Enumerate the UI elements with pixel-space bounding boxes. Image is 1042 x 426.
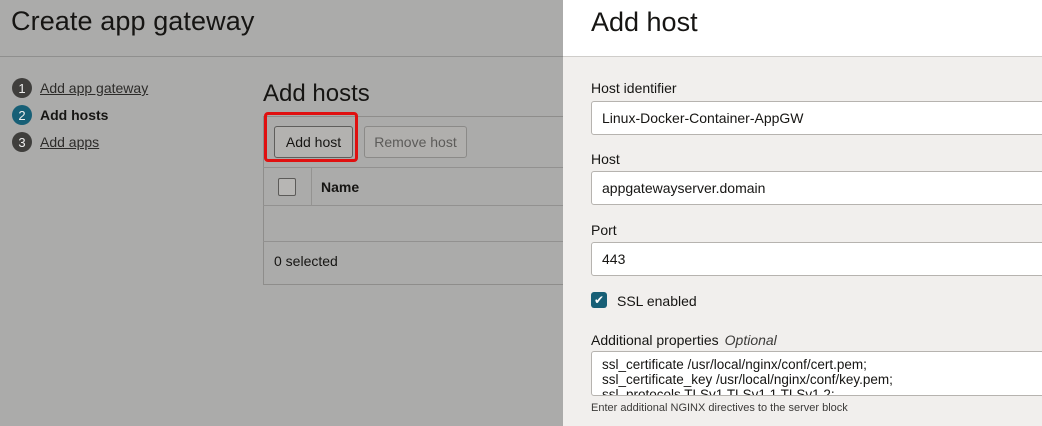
step-add-app-gateway[interactable]: 1 Add app gateway	[12, 78, 148, 98]
port-label: Port	[591, 222, 617, 238]
column-header-name[interactable]: Name	[321, 179, 359, 195]
column-divider	[311, 168, 312, 206]
step-label[interactable]: Add app gateway	[40, 80, 148, 96]
help-text: Enter additional NGINX directives to the…	[591, 402, 848, 414]
textarea-line: ssl_protocols TLSv1 TLSv1.1 TLSv1.2;	[602, 387, 835, 396]
step-number: 3	[12, 132, 32, 152]
panel-header: Add host	[563, 0, 1042, 57]
step-add-apps[interactable]: 3 Add apps	[12, 132, 99, 152]
host-field[interactable]: appgatewayserver.domain	[591, 171, 1042, 205]
divider	[0, 56, 563, 57]
table-divider	[263, 167, 563, 168]
additional-properties-textarea[interactable]: ssl_certificate /usr/local/nginx/conf/ce…	[591, 351, 1042, 396]
panel-title: Add host	[591, 7, 698, 37]
step-label[interactable]: Add apps	[40, 134, 99, 150]
step-number: 1	[12, 78, 32, 98]
textarea-line: ssl_certificate /usr/local/nginx/conf/ce…	[602, 357, 867, 372]
select-all-checkbox[interactable]	[278, 178, 296, 196]
remove-host-button[interactable]: Remove host	[364, 126, 467, 158]
host-label: Host	[591, 151, 620, 167]
add-host-panel: Add host Host identifier Linux-Docker-Co…	[563, 0, 1042, 426]
selection-count: 0 selected	[274, 253, 338, 269]
ssl-enabled-checkbox[interactable]: ✔	[591, 292, 607, 308]
table-divider	[263, 205, 563, 206]
host-identifier-label: Host identifier	[591, 80, 677, 96]
check-icon: ✔	[593, 293, 605, 307]
page-title: Create app gateway	[11, 6, 255, 36]
step-label: Add hosts	[40, 107, 109, 123]
optional-label: Optional	[724, 332, 777, 348]
table-divider	[263, 241, 563, 242]
section-title: Add hosts	[263, 80, 370, 107]
step-add-hosts: 2 Add hosts	[12, 105, 108, 125]
port-field[interactable]: 443	[591, 242, 1042, 276]
highlight-box	[264, 112, 358, 162]
ssl-enabled-label[interactable]: SSL enabled	[617, 293, 697, 309]
host-identifier-field[interactable]: Linux-Docker-Container-AppGW	[591, 101, 1042, 135]
additional-properties-label: Additional properties Optional	[591, 332, 777, 348]
additional-properties-text: Additional properties	[591, 332, 719, 348]
textarea-line: ssl_certificate_key /usr/local/nginx/con…	[602, 372, 893, 387]
step-number: 2	[12, 105, 32, 125]
